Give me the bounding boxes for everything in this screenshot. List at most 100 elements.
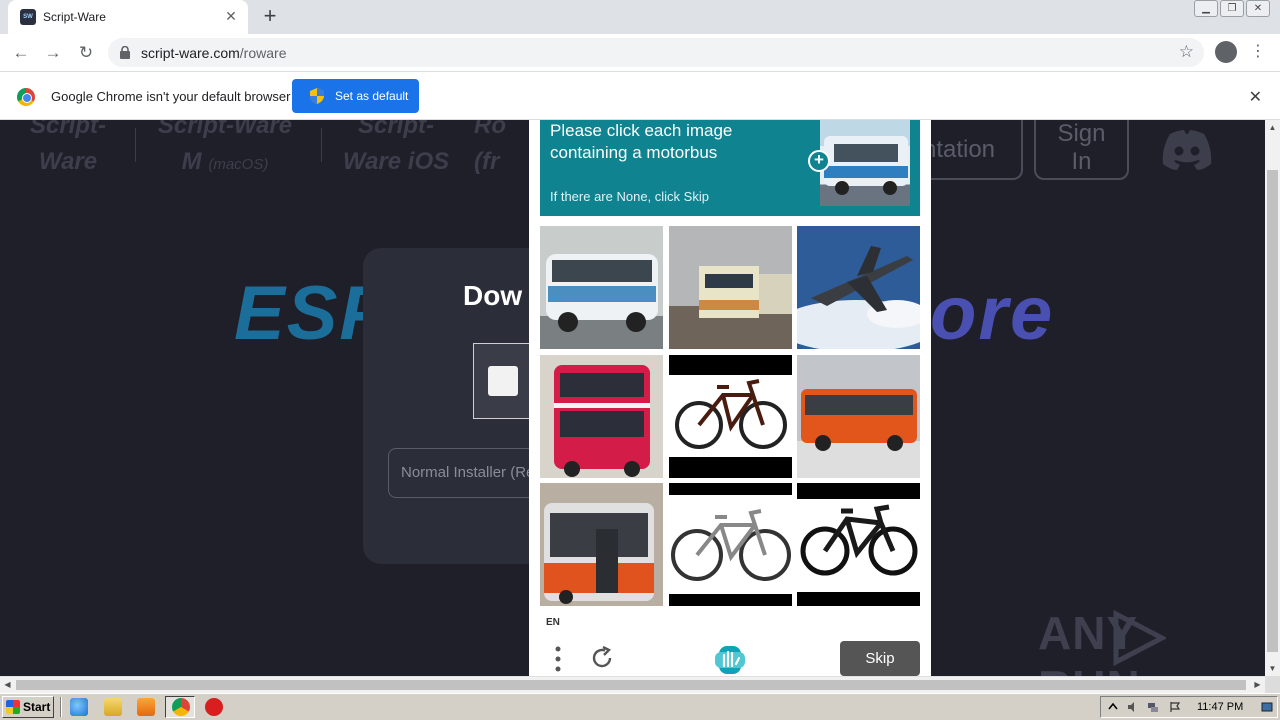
scroll-corner (1265, 676, 1280, 693)
start-button[interactable]: Start (2, 696, 54, 718)
hero-title-right: ore (930, 271, 1055, 356)
volume-icon[interactable] (1127, 701, 1139, 713)
nav-link-line: Script- (357, 120, 434, 139)
uac-shield-icon (310, 88, 324, 104)
tile-coach-bus[interactable] (540, 226, 663, 349)
action-center-flag-icon[interactable] (1169, 701, 1181, 713)
scroll-down-arrow-icon[interactable]: ▼ (1265, 661, 1280, 676)
close-window-icon[interactable]: ✕ (1246, 0, 1270, 17)
nav-divider (321, 128, 322, 162)
vertical-scroll-thumb[interactable] (1267, 170, 1278, 652)
chrome-logo-icon (17, 88, 35, 106)
scroll-right-arrow-icon[interactable]: ▶ (1250, 677, 1265, 693)
default-browser-infobar: Google Chrome isn't your default browser… (0, 71, 1280, 120)
vertical-scrollbar[interactable]: ▲ ▼ (1265, 120, 1280, 676)
script-ware-favicon-icon: SW (20, 9, 36, 25)
challenge-footer: Skip (529, 640, 931, 676)
address-bar[interactable]: script-ware.com/roware ☆ (108, 38, 1204, 67)
nav-link-line: Script- (29, 120, 106, 139)
windows-logo-icon (488, 366, 518, 396)
set-as-default-button[interactable]: Set as default (292, 79, 419, 113)
hcaptcha-challenge: Please click each image containing a mot… (529, 120, 931, 676)
tab-strip: SW Script-Ware ✕ + ▁ ❐ ✕ (0, 0, 1280, 34)
prompt-text: Please click each image containing a mot… (550, 120, 790, 164)
tab-title: Script-Ware (43, 10, 106, 24)
discord-icon[interactable] (1160, 130, 1214, 170)
language-selector[interactable]: EN (546, 617, 560, 628)
nav-link-line: Ware (38, 148, 98, 175)
media-player-icon[interactable] (137, 698, 155, 716)
example-image[interactable] (820, 120, 910, 206)
window-controls: ▁ ❐ ✕ (1194, 0, 1270, 18)
set-as-default-label: Set as default (335, 89, 409, 103)
documentation-label: ntation (922, 136, 996, 163)
watermark-left: ANY (1038, 607, 1139, 659)
network-icon[interactable] (1147, 701, 1159, 713)
scroll-up-arrow-icon[interactable]: ▲ (1265, 120, 1280, 135)
nav-link-line: Ro (474, 120, 506, 139)
browser-tab[interactable]: SW Script-Ware ✕ (8, 0, 248, 34)
reload-icon[interactable]: ↻ (73, 40, 99, 66)
kebab-menu-icon[interactable]: ⋮ (1250, 42, 1266, 62)
sign-in-label: In (1071, 148, 1092, 175)
restore-window-icon[interactable]: ❐ (1220, 0, 1244, 17)
back-arrow-icon[interactable]: ← (8, 40, 34, 66)
expand-example-plus-icon[interactable]: + (808, 150, 830, 172)
start-label: Start (23, 700, 51, 714)
tile-double-decker-bus[interactable] (540, 355, 663, 478)
hcaptcha-logo-icon[interactable] (713, 644, 747, 676)
nav-link-line: Script-Ware (157, 120, 293, 139)
nav-link-script-ware-mac[interactable]: Script-Ware M (macOS) (150, 120, 300, 183)
nav-link-roware[interactable]: Ro (fr (474, 120, 529, 180)
watermark-right: RUN (1038, 661, 1141, 676)
refresh-challenge-icon[interactable] (590, 646, 614, 670)
tab-close-icon[interactable]: ✕ (222, 7, 240, 25)
prompt-instruction: If there are None, click Skip (550, 189, 709, 204)
forward-arrow-icon[interactable]: → (40, 40, 66, 66)
nav-divider (135, 128, 136, 162)
infobar-message: Google Chrome isn't your default browser (51, 89, 291, 104)
url-text: script-ware.com/roware (141, 45, 287, 61)
scroll-left-arrow-icon[interactable]: ◀ (0, 677, 15, 693)
internet-explorer-icon[interactable] (70, 698, 88, 716)
clock[interactable]: 11:47 PM (1197, 701, 1243, 713)
menu-dots-icon[interactable] (553, 646, 563, 672)
taskbar-divider (60, 697, 62, 717)
tray-expand-arrow-icon[interactable] (1107, 701, 1119, 713)
nav-link-line: Ware iOS (342, 148, 450, 175)
new-tab-plus-icon[interactable]: + (258, 5, 282, 29)
tile-bicycle-1[interactable] (669, 355, 792, 478)
screen: SW Script-Ware ✕ + ▁ ❐ ✕ ← → ↻ script-wa… (0, 0, 1280, 720)
antivirus-stop-icon[interactable] (205, 698, 223, 716)
tile-train[interactable] (669, 226, 792, 349)
tile-bicycle-2[interactable] (669, 483, 792, 606)
nav-link-line: M (macOS) (181, 148, 269, 175)
tile-red-city-bus[interactable] (540, 483, 663, 606)
profile-avatar-icon[interactable] (1215, 41, 1237, 63)
challenge-prompt: Please click each image containing a mot… (540, 120, 920, 216)
prompt-line: Please click each image (550, 121, 733, 140)
tile-airplane[interactable] (797, 226, 920, 349)
nav-link-line: (fr (474, 148, 500, 175)
horizontal-scrollbar[interactable]: ◀ ▶ (0, 676, 1265, 693)
sign-in-button[interactable]: Sign In (1034, 120, 1129, 180)
chrome-taskbar-button[interactable] (165, 696, 195, 718)
horizontal-scroll-thumb[interactable] (16, 680, 1246, 690)
anyrun-watermark: ANY RUN (1038, 606, 1265, 676)
chrome-icon (172, 698, 190, 716)
nav-link-script-ware[interactable]: Script- Ware (18, 120, 118, 180)
skip-button[interactable]: Skip (840, 641, 920, 676)
bookmark-star-icon[interactable]: ☆ (1179, 42, 1194, 62)
nav-link-script-ware-ios[interactable]: Script- Ware iOS (336, 120, 456, 180)
show-desktop-icon[interactable] (1261, 701, 1273, 713)
sign-in-label: Sign (1057, 120, 1106, 147)
prompt-line: containing a motorbus (550, 143, 718, 162)
download-title: Dow (463, 280, 523, 311)
tile-bicycle-3[interactable] (797, 483, 920, 606)
windows-taskbar: Start 11:47 PM (0, 693, 1280, 720)
file-explorer-icon[interactable] (104, 698, 122, 716)
browser-toolbar: ← → ↻ script-ware.com/roware ☆ (0, 34, 1280, 71)
tile-orange-bus[interactable] (797, 355, 920, 478)
infobar-close-icon[interactable]: ✕ (1249, 87, 1262, 107)
minimize-window-icon[interactable]: ▁ (1194, 0, 1218, 17)
